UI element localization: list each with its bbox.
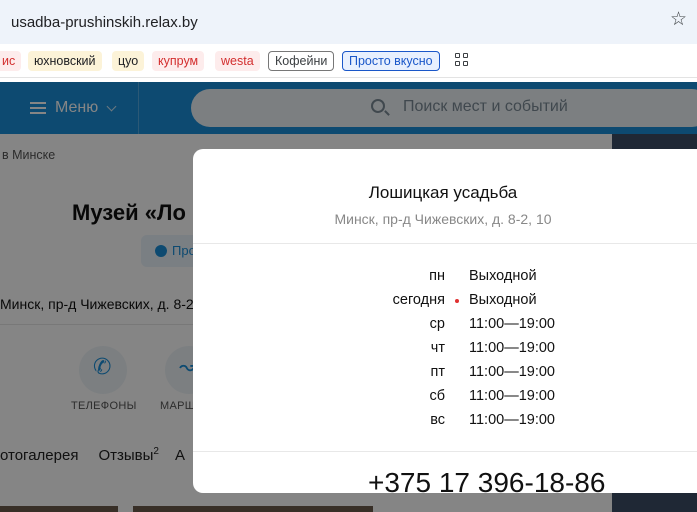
bookmark-item[interactable]: цуо <box>112 51 145 71</box>
schedule-hours: Выходной <box>469 292 537 308</box>
bookmark-item[interactable]: купрум <box>152 51 205 71</box>
schedule-hours: 11:00—19:00 <box>469 364 555 380</box>
bookmark-star-icon[interactable]: ☆ <box>670 10 687 29</box>
address-bar: usadba-prushinskih.relax.by ☆ <box>0 0 697 44</box>
schedule-hours: 11:00—19:00 <box>469 316 555 332</box>
schedule-hours: 11:00—19:00 <box>469 412 555 428</box>
schedule-day: ср <box>429 316 445 332</box>
hours-modal: Лошицкая усадьба Минск, пр-д Чижевских, … <box>193 149 697 493</box>
schedule-row: пн Выходной <box>193 264 697 288</box>
schedule-day: сегодня <box>392 292 445 308</box>
bookmark-item[interactable]: юхновский <box>28 51 102 71</box>
modal-title: Лошицкая усадьба <box>368 183 518 202</box>
bookmark-item[interactable]: Просто вкусно <box>342 51 440 71</box>
schedule-day: вс <box>430 412 445 428</box>
schedule-row: ср 11:00—19:00 <box>193 312 697 336</box>
schedule-day: сб <box>429 388 445 404</box>
schedule-hours: 11:00—19:00 <box>469 340 555 356</box>
schedule-row: сб 11:00—19:00 <box>193 384 697 408</box>
modal-address: Минск, пр-д Чижевских, д. 8-2, 10 <box>334 211 552 227</box>
schedule-row: сегодня Выходной <box>193 288 697 312</box>
bookmark-item[interactable]: westa <box>215 51 260 71</box>
schedule-row: пт 11:00—19:00 <box>193 360 697 384</box>
divider <box>193 451 697 452</box>
phone-number-link[interactable]: +375 17 396-18-86 <box>368 467 605 493</box>
url-field[interactable]: usadba-prushinskih.relax.by <box>11 14 198 31</box>
bookmark-item[interactable]: Кофейни <box>268 51 335 71</box>
schedule-hours: 11:00—19:00 <box>469 388 555 404</box>
schedule-hours: Выходной <box>469 268 537 284</box>
schedule-day: пн <box>429 268 445 284</box>
schedule-day: чт <box>430 340 445 356</box>
schedule-row: вс 11:00—19:00 <box>193 408 697 432</box>
bookmarks-bar: ис юхновский цуо купрум westa Кофейни Пр… <box>0 44 697 78</box>
schedule-day: пт <box>430 364 446 380</box>
divider <box>193 243 697 244</box>
apps-grid-icon[interactable] <box>455 53 469 67</box>
schedule-row: чт 11:00—19:00 <box>193 336 697 360</box>
today-dot-icon <box>455 299 459 303</box>
bookmark-item[interactable]: ис <box>0 51 22 71</box>
